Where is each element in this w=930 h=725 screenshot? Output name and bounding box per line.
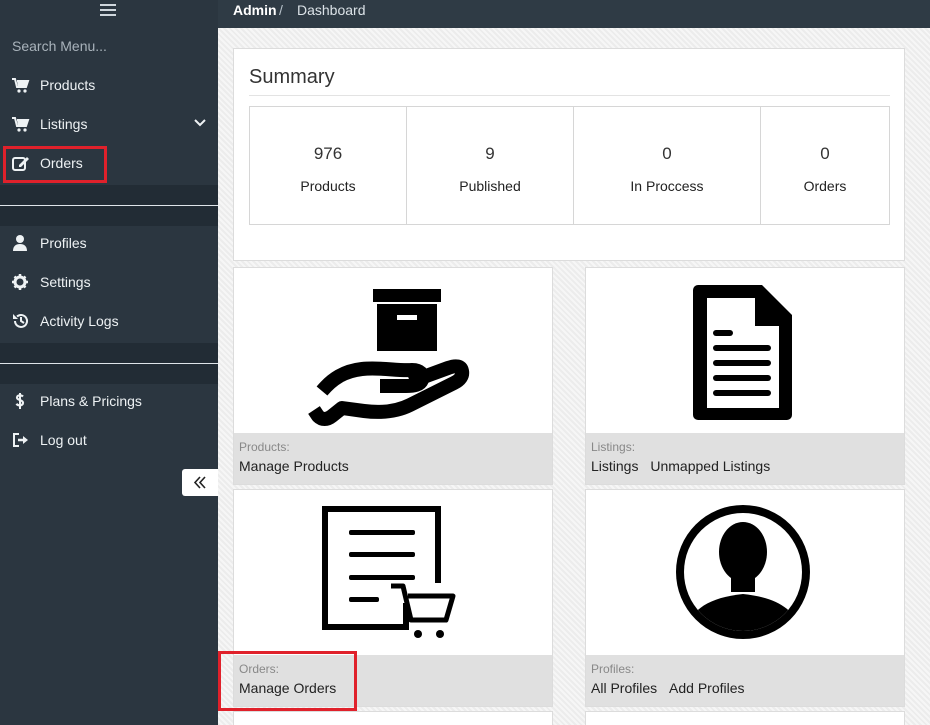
order-cart-icon <box>322 506 456 638</box>
stat-label: In Proccess <box>630 178 704 194</box>
tile-category: Profiles: <box>591 662 635 676</box>
stat-value: 9 <box>485 144 495 163</box>
user-icon <box>13 235 27 251</box>
history-icon <box>13 313 28 328</box>
double-chevron-left-icon <box>193 476 206 489</box>
sidebar: Search Menu... Products Listings Orders … <box>0 0 218 725</box>
edit-icon <box>12 157 29 171</box>
sidebar-spacer <box>0 206 218 226</box>
chevron-down-icon[interactable] <box>194 117 206 129</box>
dollar-icon <box>15 393 25 409</box>
stat-value: 976 <box>313 144 343 163</box>
sidebar-item-products[interactable]: Products <box>0 66 218 105</box>
listings-link[interactable]: Listings <box>591 458 638 474</box>
sidebar-item-label: Activity Logs <box>40 313 119 329</box>
tile-footer: Profiles: All Profiles Add Profiles <box>586 655 904 706</box>
breadcrumb-current: Dashboard <box>297 2 366 18</box>
stat-label: Orders <box>803 178 847 194</box>
sidebar-item-label: Orders <box>40 155 83 171</box>
sidebar-item-log-out[interactable]: Log out <box>0 421 218 460</box>
document-icon <box>693 285 792 420</box>
sidebar-item-plans-pricings[interactable]: Plans & Pricings <box>0 382 218 421</box>
cart-icon <box>12 117 30 132</box>
hamburger-menu-icon[interactable] <box>100 4 116 18</box>
summary-stats: 976 Products 9 Published 0 In Proccess 0… <box>249 106 890 225</box>
tile-listings: Listings: Listings Unmapped Listings <box>585 267 905 485</box>
sidebar-item-label: Log out <box>40 432 87 448</box>
stat-products: 976 Products <box>250 107 406 224</box>
sidebar-item-label: Settings <box>40 274 91 290</box>
add-profiles-link[interactable]: Add Profiles <box>669 680 744 696</box>
breadcrumb-admin-link[interactable]: Admin <box>233 2 277 18</box>
sidebar-item-activity-logs[interactable]: Activity Logs <box>0 302 218 341</box>
tile-partial <box>233 711 553 725</box>
stat-orders: 0 Orders <box>760 107 889 224</box>
stat-published: 9 Published <box>406 107 573 224</box>
sidebar-item-label: Plans & Pricings <box>40 393 142 409</box>
tile-category: Listings: <box>591 440 636 454</box>
search-menu-input[interactable]: Search Menu... <box>12 38 107 54</box>
sidebar-item-label: Listings <box>40 116 88 132</box>
stat-value: 0 <box>662 144 672 163</box>
tile-footer: Products: Manage Products <box>234 433 552 484</box>
breadcrumb: Admin / Dashboard <box>218 0 930 28</box>
user-avatar-icon <box>676 505 810 639</box>
stat-label: Products <box>300 178 356 194</box>
hand-box-icon <box>308 289 470 426</box>
breadcrumb-separator: / <box>279 2 283 18</box>
sidebar-item-profiles[interactable]: Profiles <box>0 224 218 263</box>
sidebar-spacer <box>0 343 218 363</box>
summary-title: Summary <box>249 66 335 88</box>
collapse-sidebar-button[interactable] <box>182 469 218 496</box>
sidebar-item-label: Products <box>40 77 96 93</box>
tile-partial <box>585 711 905 725</box>
manage-products-link[interactable]: Manage Products <box>239 458 349 474</box>
unmapped-listings-link[interactable]: Unmapped Listings <box>650 458 770 474</box>
stat-label: Published <box>459 178 521 194</box>
all-profiles-link[interactable]: All Profiles <box>591 680 657 696</box>
tile-category: Orders: <box>239 662 280 676</box>
tile-footer: Listings: Listings Unmapped Listings <box>586 433 904 484</box>
logout-icon <box>13 433 28 447</box>
summary-divider <box>249 95 890 96</box>
tile-profiles: Profiles: All Profiles Add Profiles <box>585 489 905 707</box>
sidebar-spacer <box>0 185 218 205</box>
sidebar-spacer <box>0 364 218 384</box>
sidebar-item-settings[interactable]: Settings <box>0 263 218 302</box>
sidebar-item-orders[interactable]: Orders <box>0 144 218 183</box>
tile-orders: Orders: Manage Orders <box>233 489 553 707</box>
tile-products: Products: Manage Products <box>233 267 553 485</box>
manage-orders-link[interactable]: Manage Orders <box>239 680 336 696</box>
gear-icon <box>12 274 28 290</box>
sidebar-item-listings[interactable]: Listings <box>0 105 218 144</box>
tile-category: Products: <box>239 440 290 454</box>
tile-footer: Orders: Manage Orders <box>234 655 552 706</box>
cart-icon <box>12 78 30 93</box>
sidebar-item-label: Profiles <box>40 235 87 251</box>
summary-card: Summary 976 Products 9 Published 0 In Pr… <box>233 48 905 261</box>
stat-in-process: 0 In Proccess <box>573 107 760 224</box>
stat-value: 0 <box>820 144 830 163</box>
